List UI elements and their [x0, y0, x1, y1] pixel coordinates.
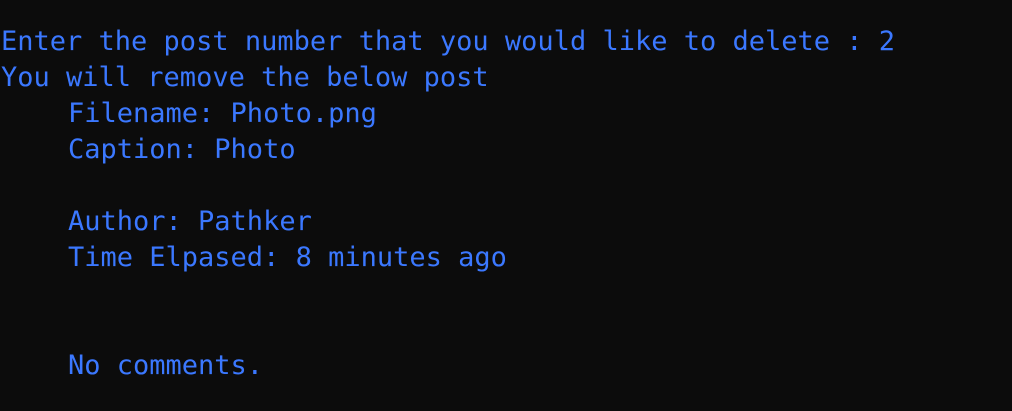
delete-prompt-line: Enter the post number that you would lik… [1, 26, 896, 57]
post-caption: Caption: Photo [68, 134, 296, 165]
post-author: Author: Pathker [68, 206, 312, 237]
terminal-window: Enter the post number that you would lik… [0, 0, 1012, 411]
post-filename: Filename: Photo.png [68, 98, 377, 129]
post-time-elapsed: Time Elpased: 8 minutes ago [68, 242, 507, 273]
comments-status: No comments. [68, 350, 264, 381]
remove-notice-line: You will remove the below post [1, 62, 489, 93]
